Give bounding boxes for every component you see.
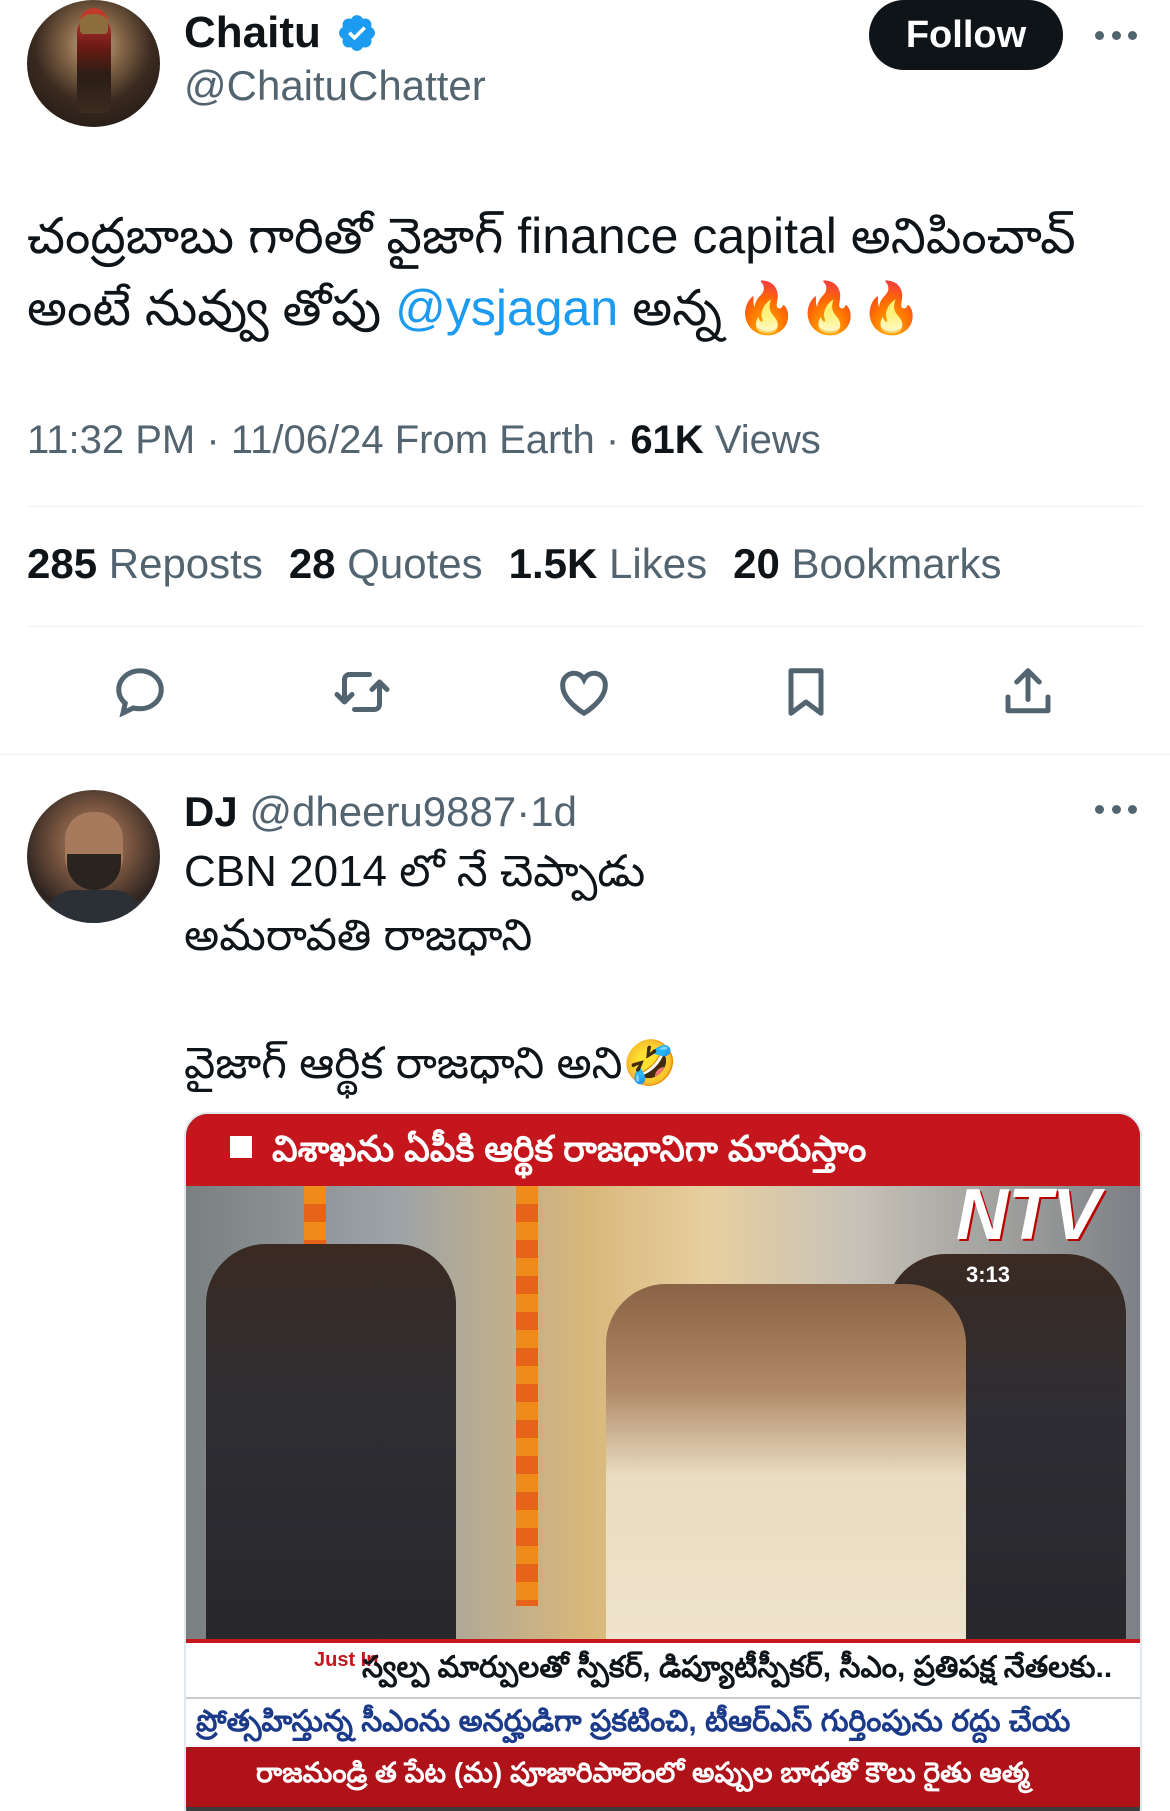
tweet-time[interactable]: 11:32 PM xyxy=(27,418,195,462)
engagement-stats: 285 Reposts 28 Quotes 1.5K Likes 20 Book… xyxy=(27,540,1002,588)
reply-author-name[interactable]: DJ xyxy=(184,788,238,835)
likes-stat[interactable]: 1.5K Likes xyxy=(509,540,707,588)
bookmarks-stat[interactable]: 20 Bookmarks xyxy=(733,540,1001,588)
news-ticker-secondary: ప్రోత్సహిస్తున్న సీఎంను అనర్హుడిగా ప్రకట… xyxy=(186,1697,1140,1747)
reply-more-options-icon[interactable] xyxy=(1095,802,1137,816)
channel-logo: NTV xyxy=(956,1175,1100,1255)
more-options-icon[interactable] xyxy=(1095,28,1137,42)
bookmark-icon[interactable] xyxy=(776,662,836,722)
reposts-stat[interactable]: 285 Reposts xyxy=(27,540,263,588)
reply-video-thumbnail[interactable]: విశాఖను ఏపీకి ఆర్థిక రాజధానిగా మారుస్తాం… xyxy=(184,1112,1142,1811)
tweet-text-after: అన్న 🔥🔥🔥 xyxy=(618,280,923,336)
avatar-helmet xyxy=(80,8,108,34)
author-name[interactable]: Chaitu xyxy=(184,8,321,58)
divider xyxy=(27,626,1143,627)
reply-author-handle[interactable]: @dheeru9887 xyxy=(249,788,516,835)
news-ticker-bottom: రాజమండ్రి త పేట (మ) పూజారిపాలెంలో అప్పుల… xyxy=(186,1747,1140,1807)
author-handle[interactable]: @ChaituChatter xyxy=(184,62,486,110)
reply-text: CBN 2014 లో నే చెప్పాడు అమరావతి రాజధాని … xyxy=(184,847,678,1088)
mention-link[interactable]: @ysjagan xyxy=(395,280,618,336)
reply-age[interactable]: 1d xyxy=(530,788,577,835)
follow-button[interactable]: Follow xyxy=(869,0,1063,70)
tweet-location: From Earth xyxy=(394,418,595,462)
repost-icon[interactable] xyxy=(332,662,392,722)
divider xyxy=(0,754,1170,755)
reply-header: DJ @dheeru9887·1d xyxy=(184,788,577,835)
like-icon[interactable] xyxy=(554,662,614,722)
video-clock: 3:13 xyxy=(966,1262,1011,1287)
views-count: 61K xyxy=(630,418,704,462)
tweet-meta: 11:32 PM · 11/06/24 From Earth · 61K Vie… xyxy=(27,418,821,462)
news-ticker-main: Just In స్వల్ప మార్పులతో స్పీకర్, డిప్యూ… xyxy=(186,1639,1140,1697)
views-label: Views xyxy=(714,418,821,462)
share-icon[interactable] xyxy=(998,662,1058,722)
reply-author-avatar[interactable] xyxy=(27,790,160,923)
quotes-stat[interactable]: 28 Quotes xyxy=(289,540,483,588)
reply-icon[interactable] xyxy=(110,662,170,722)
divider xyxy=(27,506,1143,507)
verified-badge-icon xyxy=(339,15,375,51)
tweet-text: చంద్రబాబు గారితో వైజాగ్ finance capital … xyxy=(27,200,1147,344)
tweet-date[interactable]: 11/06/24 xyxy=(231,418,384,462)
author-avatar[interactable] xyxy=(27,0,160,127)
